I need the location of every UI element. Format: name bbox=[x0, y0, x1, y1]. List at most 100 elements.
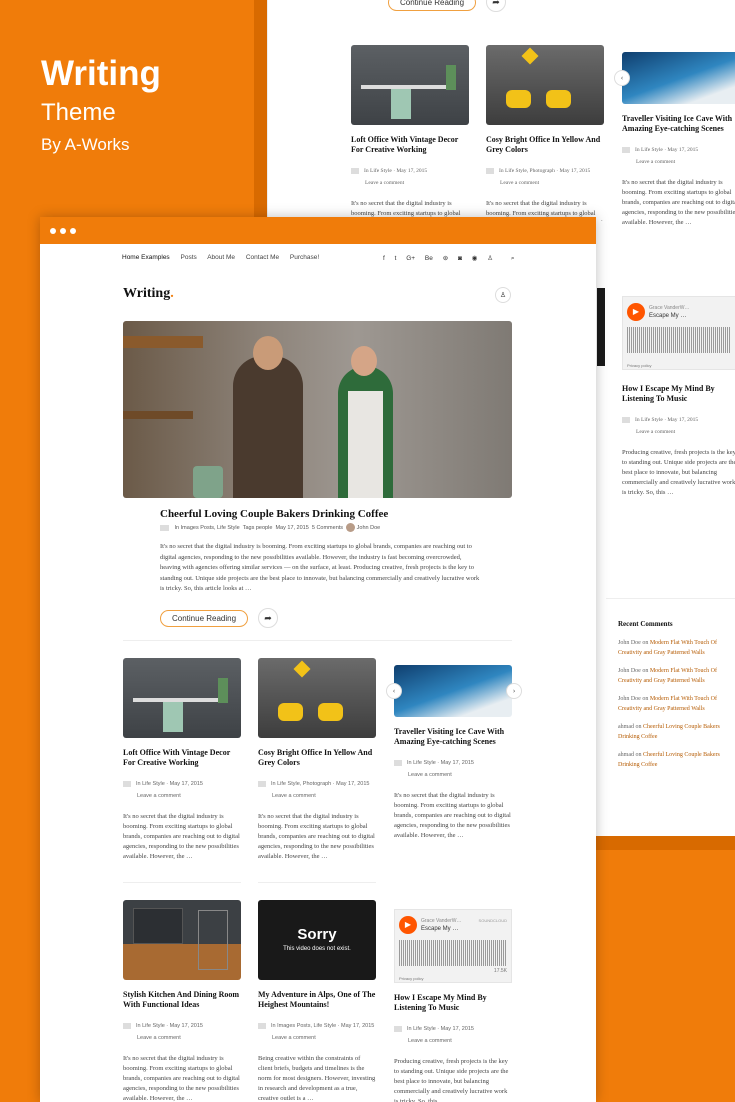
featured-author[interactable]: John Doe bbox=[357, 525, 381, 531]
bg-card-image[interactable] bbox=[486, 45, 604, 125]
card-image[interactable] bbox=[394, 665, 512, 717]
card-comment[interactable]: Leave a comment bbox=[137, 1035, 181, 1041]
nav-contact[interactable]: Contact Me bbox=[246, 254, 279, 261]
comment-author[interactable]: John Doe bbox=[618, 696, 641, 702]
featured-tags[interactable]: people bbox=[256, 525, 273, 531]
bg-card-comment[interactable]: Leave a comment bbox=[365, 180, 404, 186]
card-date[interactable]: May 17, 2015 bbox=[170, 1023, 203, 1029]
featured-comments[interactable]: 5 Comments bbox=[312, 525, 343, 531]
bg-card-date[interactable]: May 17, 2015 bbox=[667, 147, 698, 153]
bg-card-music[interactable]: How I Escape My Mind By Listening To Mus… bbox=[622, 374, 735, 500]
bg-card-comment[interactable]: Leave a comment bbox=[500, 180, 539, 186]
pinterest-icon[interactable]: ⊛ bbox=[443, 255, 448, 262]
bg-share-icon[interactable]: ➦ bbox=[486, 0, 507, 12]
comment-post-link[interactable]: Cheerful Loving Couple Bakers Drinking C… bbox=[618, 724, 720, 740]
site-logo[interactable]: Writing. bbox=[123, 286, 174, 302]
soundcloud-player[interactable]: ▶ Grace VanderW… Escape My … SOUNDCLOUD … bbox=[394, 909, 512, 983]
card-loft[interactable]: Loft Office With Vintage Decor For Creat… bbox=[123, 658, 241, 862]
play-icon[interactable]: ▶ bbox=[627, 303, 645, 321]
slider-prev-icon[interactable]: ‹ bbox=[386, 683, 402, 699]
behance-icon[interactable]: Be bbox=[425, 255, 433, 262]
bg-card-cats[interactable]: Life Style bbox=[641, 147, 663, 153]
google-plus-icon[interactable]: G+ bbox=[406, 255, 415, 262]
bg-sc-privacy[interactable]: Privacy policy bbox=[627, 363, 651, 368]
comment-author[interactable]: John Doe bbox=[618, 640, 641, 646]
card-date[interactable]: May 17, 2015 bbox=[441, 760, 474, 766]
card-alps[interactable]: Sorry This video does not exist. My Adve… bbox=[258, 900, 376, 1102]
window-dot-icon[interactable] bbox=[60, 228, 66, 234]
card-date[interactable]: May 17, 2015 bbox=[170, 781, 203, 787]
featured-date[interactable]: May 17, 2015 bbox=[275, 525, 308, 531]
search-icon[interactable]: ⌕ bbox=[511, 255, 515, 262]
bg-card-cosy[interactable]: Cosy Bright Office In Yellow And Grey Co… bbox=[486, 45, 604, 221]
card-comment[interactable]: Leave a comment bbox=[272, 1035, 316, 1041]
rss-icon[interactable]: ◉ bbox=[472, 255, 478, 262]
card-title[interactable]: My Adventure in Alps, One of The Heighes… bbox=[258, 990, 376, 1010]
card-cats[interactable]: Life Style bbox=[413, 1026, 436, 1032]
card-image[interactable] bbox=[123, 900, 241, 980]
nav-home[interactable]: Home Examples bbox=[122, 254, 170, 261]
avatar[interactable] bbox=[346, 523, 356, 532]
card-cats[interactable]: Life Style bbox=[142, 781, 165, 787]
comment-post-link[interactable]: Cheerful Loving Couple Bakers Drinking C… bbox=[618, 752, 720, 768]
card-cats[interactable]: Life Style bbox=[142, 1023, 165, 1029]
card-comment[interactable]: Leave a comment bbox=[408, 1038, 452, 1044]
bg-card-cats[interactable]: Life Style bbox=[370, 168, 392, 174]
share-icon[interactable]: ➦ bbox=[258, 608, 279, 628]
facebook-icon[interactable]: f bbox=[383, 255, 385, 262]
user-icon[interactable]: ♙ bbox=[487, 255, 493, 262]
play-icon[interactable]: ▶ bbox=[399, 916, 417, 934]
author-icon[interactable]: ♙ bbox=[495, 287, 511, 303]
bg-card-ice[interactable]: Traveller Visiting Ice Cave With Amazing… bbox=[622, 52, 735, 230]
bg-slider-prev-icon[interactable]: ‹ bbox=[614, 70, 630, 86]
bg-card-cats[interactable]: Life Style bbox=[641, 417, 663, 423]
bg-card-date[interactable]: May 17, 2015 bbox=[396, 168, 427, 174]
card-comment[interactable]: Leave a comment bbox=[137, 793, 181, 799]
card-image[interactable] bbox=[258, 658, 376, 738]
bg-card-title[interactable]: Loft Office With Vintage Decor For Creat… bbox=[351, 135, 469, 155]
card-image[interactable] bbox=[123, 658, 241, 738]
nav-posts[interactable]: Posts bbox=[181, 254, 197, 261]
bg-card-date[interactable]: May 17, 2015 bbox=[667, 417, 698, 423]
bg-card-comment[interactable]: Leave a comment bbox=[636, 159, 675, 165]
continue-reading-button[interactable]: Continue Reading bbox=[160, 610, 249, 627]
twitter-icon[interactable]: t bbox=[395, 255, 397, 262]
featured-categories[interactable]: Images Posts, Life Style bbox=[181, 525, 240, 531]
card-title[interactable]: How I Escape My Mind By Listening To Mus… bbox=[394, 993, 512, 1013]
card-title[interactable]: Loft Office With Vintage Decor For Creat… bbox=[123, 748, 241, 768]
video-embed[interactable]: Sorry This video does not exist. bbox=[258, 900, 376, 980]
sc-waveform[interactable] bbox=[399, 940, 507, 966]
card-date[interactable]: May 17, 2015 bbox=[341, 1023, 374, 1029]
card-music[interactable]: ▶ Grace VanderW… Escape My … SOUNDCLOUD … bbox=[394, 909, 512, 1102]
bg-card-cats[interactable]: Life Style, Photograph bbox=[505, 168, 555, 174]
sc-brand[interactable]: SOUNDCLOUD bbox=[479, 918, 507, 923]
card-title[interactable]: Stylish Kitchen And Dining Room With Fun… bbox=[123, 990, 241, 1010]
bg-continue-button[interactable]: Continue Reading bbox=[388, 0, 477, 11]
featured-image[interactable] bbox=[123, 321, 512, 498]
card-title[interactable]: Cosy Bright Office In Yellow And Grey Co… bbox=[258, 748, 376, 768]
card-kitchen[interactable]: Stylish Kitchen And Dining Room With Fun… bbox=[123, 900, 241, 1102]
bg-card-date[interactable]: May 17, 2015 bbox=[560, 168, 591, 174]
card-date[interactable]: May 17, 2015 bbox=[441, 1026, 474, 1032]
bg-card-loft[interactable]: Loft Office With Vintage Decor For Creat… bbox=[351, 45, 469, 221]
card-ice[interactable]: Traveller Visiting Ice Cave With Amazing… bbox=[394, 665, 512, 841]
bg-sc-waveform[interactable] bbox=[627, 327, 731, 353]
card-comment[interactable]: Leave a comment bbox=[408, 772, 452, 778]
card-title[interactable]: Traveller Visiting Ice Cave With Amazing… bbox=[394, 727, 512, 747]
instagram-icon[interactable]: ◙ bbox=[458, 255, 462, 262]
window-dot-icon[interactable] bbox=[70, 228, 76, 234]
bg-card-image[interactable] bbox=[622, 52, 735, 104]
sc-privacy[interactable]: Privacy policy bbox=[399, 976, 423, 981]
comment-author[interactable]: ahmad bbox=[618, 724, 634, 730]
bg-card-comment[interactable]: Leave a comment bbox=[636, 429, 675, 435]
bg-card-title[interactable]: Traveller Visiting Ice Cave With Amazing… bbox=[622, 114, 735, 134]
comment-author[interactable]: ahmad bbox=[618, 752, 634, 758]
bg-card-title[interactable]: Cosy Bright Office In Yellow And Grey Co… bbox=[486, 135, 604, 155]
bg-soundcloud-player[interactable]: ▶ Grace VanderW… Escape My … Privacy pol… bbox=[622, 296, 735, 370]
bg-card-image[interactable] bbox=[351, 45, 469, 125]
nav-purchase[interactable]: Purchase! bbox=[290, 254, 319, 261]
card-date[interactable]: May 17, 2015 bbox=[336, 781, 369, 787]
card-cosy[interactable]: Cosy Bright Office In Yellow And Grey Co… bbox=[258, 658, 376, 862]
card-cats[interactable]: Images Posts, Life Style bbox=[277, 1023, 336, 1029]
card-cats[interactable]: Life Style, Photograph bbox=[277, 781, 331, 787]
